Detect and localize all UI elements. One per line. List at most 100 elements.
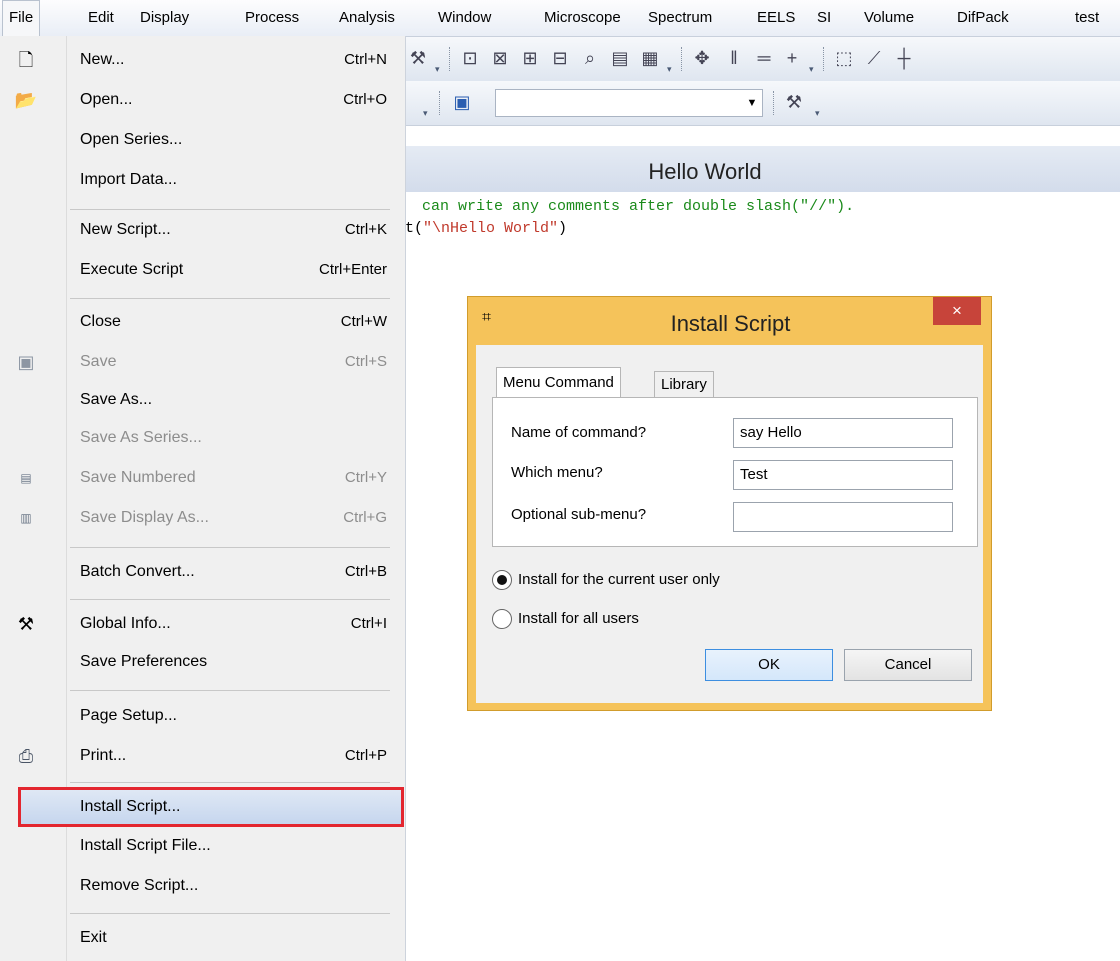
- menu-volume[interactable]: Volume: [864, 0, 914, 36]
- menu-item-label: Install Script File...: [80, 837, 211, 854]
- script-window-titlebar: Hello World: [405, 146, 1120, 192]
- toolbar-combo[interactable]: ▼: [495, 89, 763, 117]
- menu-spectrum[interactable]: Spectrum: [648, 0, 712, 36]
- chevron-down-icon[interactable]: ▾: [435, 65, 443, 74]
- ok-button[interactable]: OK: [705, 649, 833, 681]
- menu-item-install-script-file[interactable]: Install Script File...: [0, 828, 405, 864]
- menu-item-label: Execute Script: [80, 261, 184, 278]
- menu-item-exit[interactable]: Exit: [0, 920, 405, 956]
- line-profile-icon[interactable]: ⊡: [459, 47, 481, 69]
- field-label-menu: Which menu?: [511, 464, 603, 481]
- menu-item-label: Open Series...: [80, 131, 183, 148]
- menu-analysis[interactable]: Analysis: [339, 0, 395, 36]
- new-doc-icon: 🗋: [18, 50, 34, 70]
- menu-item-install-script[interactable]: Install Script...: [18, 787, 404, 827]
- rectangle-roi-icon[interactable]: ⬚: [833, 47, 855, 69]
- cancel-button[interactable]: Cancel: [844, 649, 972, 681]
- menu-item-shortcut: Ctrl+K: [344, 221, 387, 238]
- menu-file[interactable]: File: [2, 0, 41, 36]
- tools-icon[interactable]: ⚒: [407, 47, 429, 69]
- menu-item-global-info[interactable]: ⚒ Global Info... Ctrl+I: [0, 606, 405, 642]
- menu-item-label: Page Setup...: [80, 707, 177, 724]
- which-menu-input[interactable]: Test: [733, 460, 953, 490]
- tab-menu-command[interactable]: Menu Command: [496, 367, 621, 398]
- plot-icon[interactable]: ⊟: [549, 47, 571, 69]
- menu-item-save-preferences[interactable]: Save Preferences: [0, 644, 405, 680]
- code-comment-line: can write any comments after double slas…: [422, 198, 855, 215]
- menu-item-execute-script[interactable]: Execute Script Ctrl+Enter: [0, 252, 405, 288]
- menu-item-open[interactable]: 📂 Open... Ctrl+O: [0, 82, 405, 118]
- menu-item-import-data[interactable]: Import Data...: [0, 162, 405, 198]
- menu-eels[interactable]: EELS: [757, 0, 795, 36]
- menu-item-batch-convert[interactable]: Batch Convert... Ctrl+B: [0, 554, 405, 590]
- menu-window[interactable]: Window: [438, 0, 491, 36]
- menu-item-label: Save As...: [80, 391, 153, 408]
- tools-icon[interactable]: ⚒: [783, 91, 805, 113]
- menu-item-save[interactable]: ▣ Save Ctrl+S: [0, 344, 405, 380]
- toolbar-separator: [681, 47, 684, 71]
- optional-submenu-input[interactable]: [733, 502, 953, 532]
- menu-item-label: Save: [80, 353, 117, 370]
- disk-icon: ▣: [17, 352, 35, 372]
- point-icon[interactable]: +: [781, 47, 803, 69]
- chevron-down-icon[interactable]: ▾: [667, 65, 675, 74]
- menu-test[interactable]: test: [1075, 0, 1099, 36]
- dialog-body: Menu Command Library Name of command? sa…: [476, 345, 983, 703]
- menu-item-print[interactable]: ⎙ Print... Ctrl+P: [0, 738, 405, 774]
- chevron-down-icon[interactable]: ▾: [815, 109, 823, 118]
- menu-item-shortcut: Ctrl+I: [350, 615, 387, 632]
- radio-all-users[interactable]: [492, 609, 512, 629]
- code-prefix: t(: [405, 220, 424, 237]
- tab-library[interactable]: Library: [654, 371, 714, 397]
- menu-edit[interactable]: Edit: [88, 0, 114, 36]
- move-icon[interactable]: ✥: [691, 47, 713, 69]
- zoom-icon[interactable]: ⌕: [579, 47, 601, 69]
- histogram-icon[interactable]: ⊞: [519, 47, 541, 69]
- menu-item-remove-script[interactable]: Remove Script...: [0, 868, 405, 904]
- menu-item-label: Save Display As...: [80, 509, 209, 526]
- menu-item-label: Open...: [80, 91, 133, 108]
- log-scale-icon[interactable]: ⊠: [489, 47, 511, 69]
- menu-item-label: Close: [80, 313, 121, 330]
- menu-display[interactable]: Display: [140, 0, 189, 36]
- menu-difpack[interactable]: DifPack: [957, 0, 1009, 36]
- save-disk-icon[interactable]: ▣: [451, 91, 473, 113]
- layout-icon[interactable]: ▤: [609, 47, 631, 69]
- menu-process[interactable]: Process: [245, 0, 299, 36]
- menu-item-save-numbered[interactable]: ▤ Save Numbered Ctrl+Y: [0, 460, 405, 496]
- menu-separator: [70, 209, 390, 210]
- menu-item-new-script[interactable]: New Script... Ctrl+K: [0, 212, 405, 248]
- toolbar-separator: [773, 91, 776, 115]
- menu-item-open-series[interactable]: Open Series...: [0, 122, 405, 158]
- menu-item-label: Print...: [80, 747, 127, 764]
- menu-item-close[interactable]: Close Ctrl+W: [0, 304, 405, 340]
- menu-item-page-setup[interactable]: Page Setup...: [0, 698, 405, 734]
- radio-label-all-users: Install for all users: [518, 610, 639, 627]
- menu-item-new[interactable]: 🗋 New... Ctrl+N: [0, 42, 405, 78]
- menu-item-label: Exit: [80, 929, 107, 946]
- lay-icon[interactable]: ▦: [639, 47, 661, 69]
- tools-icon: ⚒: [17, 614, 35, 634]
- menu-microscope[interactable]: Microscope: [544, 0, 621, 36]
- chevron-down-icon[interactable]: ▾: [809, 65, 817, 74]
- vertical-line-icon[interactable]: ‖: [723, 47, 745, 69]
- crosshair-icon[interactable]: ┼: [893, 47, 915, 69]
- menu-si[interactable]: SI: [817, 0, 831, 36]
- menu-item-shortcut: Ctrl+Enter: [319, 261, 387, 278]
- menu-item-save-as[interactable]: Save As...: [0, 382, 405, 418]
- menu-item-save-as-series[interactable]: Save As Series...: [0, 420, 405, 456]
- horizontal-line-icon[interactable]: ═: [753, 47, 775, 69]
- menu-item-label: Save Numbered: [80, 469, 196, 486]
- chevron-down-icon[interactable]: ▾: [423, 109, 431, 118]
- line-roi-icon[interactable]: ⟋: [863, 47, 885, 69]
- menu-separator: [70, 782, 390, 783]
- close-button[interactable]: ×: [933, 297, 981, 325]
- chevron-down-icon[interactable]: ▼: [742, 90, 762, 116]
- name-of-command-input[interactable]: say Hello: [733, 418, 953, 448]
- menu-item-shortcut: Ctrl+B: [344, 563, 387, 580]
- toolbar-second: ▾ ▣ ▼ ⚒ ▾: [405, 81, 1120, 126]
- code-line-2: t("\nHello World"): [405, 219, 567, 239]
- radio-current-user[interactable]: [492, 570, 512, 590]
- menu-item-save-display-as[interactable]: ▥ Save Display As... Ctrl+G: [0, 500, 405, 536]
- menu-item-shortcut: Ctrl+G: [343, 509, 387, 526]
